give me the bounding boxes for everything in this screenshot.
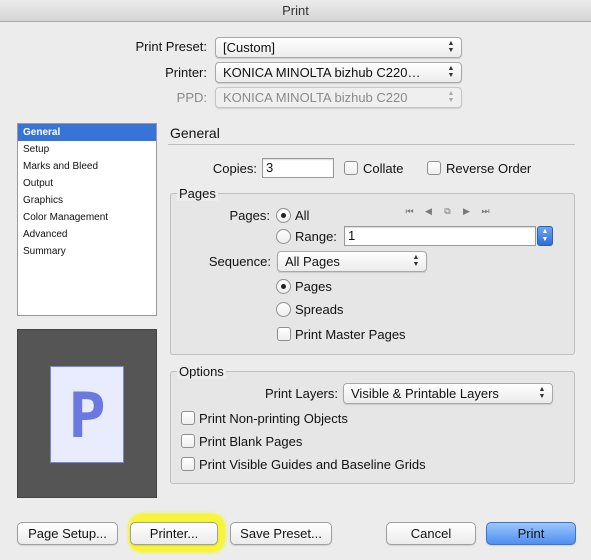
sequence-label: Sequence: bbox=[208, 254, 271, 269]
reverse-order-checkbox[interactable] bbox=[427, 161, 441, 175]
print-preset-label: Print Preset: bbox=[135, 39, 207, 54]
ppd-label: PPD: bbox=[176, 90, 207, 105]
printer-value: KONICA MINOLTA bizhub C220… bbox=[223, 65, 421, 80]
range-stepper-icon[interactable]: ▲ ▼ bbox=[537, 226, 553, 246]
popup-arrows-icon: ▲ ▼ bbox=[447, 90, 455, 104]
reverse-order-label: Reverse Order bbox=[446, 161, 532, 176]
pages-radio-label: Pages bbox=[295, 279, 332, 294]
print-master-pages-checkbox[interactable] bbox=[277, 327, 291, 341]
page-setup-button[interactable]: Page Setup... bbox=[17, 522, 118, 545]
save-preset-button[interactable]: Save Preset... bbox=[230, 522, 332, 545]
spreads-radio[interactable] bbox=[276, 302, 291, 317]
copies-label: Copies: bbox=[212, 161, 257, 176]
sidebar-item-setup[interactable]: Setup bbox=[18, 141, 156, 158]
section-divider bbox=[168, 144, 575, 145]
ppd-value: KONICA MINOLTA bizhub C220 bbox=[223, 90, 408, 105]
sidebar-item-color-management[interactable]: Color Management bbox=[18, 209, 156, 226]
all-pages-label: All bbox=[295, 208, 310, 223]
printer-label: Printer: bbox=[165, 65, 207, 80]
print-button[interactable]: Print bbox=[486, 522, 576, 545]
print-preset-value: [Custom] bbox=[223, 40, 276, 55]
next-page-icon[interactable]: ▶ bbox=[457, 206, 476, 217]
range-field[interactable]: 1 bbox=[344, 226, 536, 246]
category-sidebar: General Setup Marks and Bleed Output Gra… bbox=[17, 123, 157, 316]
range-radio[interactable] bbox=[276, 229, 291, 244]
preview-glyph: P bbox=[68, 379, 106, 452]
print-preset-popup[interactable]: [Custom] ▲ ▼ bbox=[215, 37, 462, 58]
previous-page-icon[interactable]: ◀ bbox=[419, 206, 438, 217]
all-pages-radio[interactable] bbox=[276, 208, 291, 223]
print-master-pages-label: Print Master Pages bbox=[295, 327, 406, 342]
preview-page: P bbox=[50, 366, 124, 463]
sidebar-item-advanced[interactable]: Advanced bbox=[18, 226, 156, 243]
popup-arrows-icon: ▲ ▼ bbox=[538, 386, 546, 400]
print-blank-pages-label: Print Blank Pages bbox=[199, 434, 303, 449]
page-preview: P bbox=[17, 329, 157, 498]
pages-group-label: Pages bbox=[177, 186, 218, 201]
print-layers-value: Visible & Printable Layers bbox=[351, 386, 499, 401]
section-title: General bbox=[170, 125, 220, 141]
spread-icon[interactable]: ⧉ bbox=[438, 206, 457, 217]
print-non-printing-label: Print Non-printing Objects bbox=[199, 411, 348, 426]
print-guides-label: Print Visible Guides and Baseline Grids bbox=[199, 457, 426, 472]
print-guides-checkbox[interactable] bbox=[181, 457, 195, 471]
spreads-label: Spreads bbox=[295, 302, 344, 317]
pages-label: Pages: bbox=[229, 208, 270, 223]
sidebar-item-graphics[interactable]: Graphics bbox=[18, 192, 156, 209]
sequence-popup[interactable]: All Pages ▲ ▼ bbox=[277, 251, 427, 272]
sidebar-item-general[interactable]: General bbox=[18, 124, 156, 141]
last-page-icon[interactable]: ⏭ bbox=[476, 206, 495, 217]
collate-label: Collate bbox=[363, 161, 404, 176]
copies-field[interactable]: 3 bbox=[262, 158, 334, 178]
collate-checkbox[interactable] bbox=[344, 161, 358, 175]
popup-arrows-icon: ▲ ▼ bbox=[447, 65, 455, 79]
popup-arrows-icon: ▲ ▼ bbox=[447, 40, 455, 54]
print-blank-pages-checkbox[interactable] bbox=[181, 434, 195, 448]
ppd-popup: KONICA MINOLTA bizhub C220 ▲ ▼ bbox=[215, 87, 462, 108]
range-label: Range: bbox=[295, 229, 337, 244]
printer-button[interactable]: Printer... bbox=[130, 522, 218, 545]
pages-radio[interactable] bbox=[276, 279, 291, 294]
first-page-icon[interactable]: ⏮ bbox=[400, 206, 419, 217]
print-non-printing-checkbox[interactable] bbox=[181, 411, 195, 425]
sequence-value: All Pages bbox=[285, 254, 340, 269]
printer-popup[interactable]: KONICA MINOLTA bizhub C220… ▲ ▼ bbox=[215, 62, 462, 83]
sidebar-item-output[interactable]: Output bbox=[18, 175, 156, 192]
print-layers-label: Print Layers: bbox=[265, 386, 338, 401]
cancel-button[interactable]: Cancel bbox=[386, 522, 476, 545]
window-title: Print bbox=[0, 0, 591, 22]
page-navigation: ⏮ ◀ ⧉ ▶ ⏭ bbox=[400, 206, 495, 217]
sidebar-item-marks-and-bleed[interactable]: Marks and Bleed bbox=[18, 158, 156, 175]
options-group-label: Options bbox=[177, 364, 226, 379]
popup-arrows-icon: ▲ ▼ bbox=[412, 254, 420, 268]
sidebar-item-summary[interactable]: Summary bbox=[18, 243, 156, 260]
print-layers-popup[interactable]: Visible & Printable Layers ▲ ▼ bbox=[343, 383, 553, 404]
